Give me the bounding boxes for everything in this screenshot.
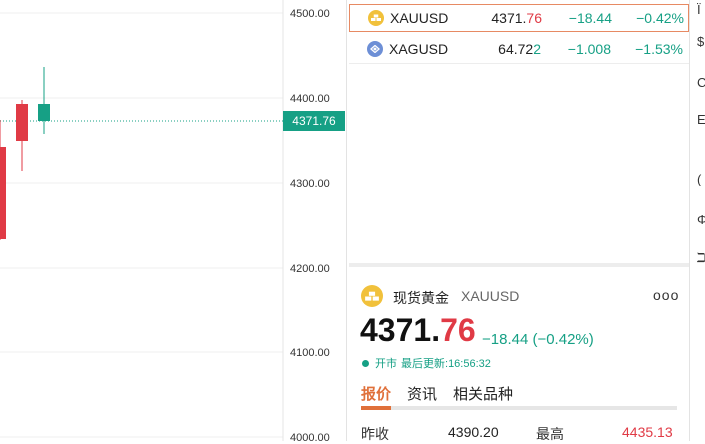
candles: [0, 67, 50, 240]
instrument-change: −18.44 (−0.42%): [482, 331, 594, 348]
panel-divider-right: [689, 0, 690, 441]
y-axis-label: 4300.00: [290, 178, 330, 190]
watchlist-row-xauusd[interactable]: XAUUSD 4371.76 −18.44 −0.42%: [349, 4, 689, 32]
prev-close-value: 4390.20: [448, 424, 499, 440]
symbol-price: 4371.76: [491, 10, 542, 26]
symbol-change-pct: −0.42%: [636, 10, 684, 26]
gold-bars-icon: [361, 285, 383, 307]
y-axis-label: 4100.00: [290, 347, 330, 359]
symbol-change-pct: −1.53%: [635, 41, 683, 57]
gold-bars-icon: [368, 10, 384, 26]
y-axis-label: 4400.00: [290, 93, 330, 105]
symbol-change: −18.44: [568, 10, 612, 26]
watchlist-divider: [349, 63, 689, 64]
current-price-tag: 4371.76: [283, 111, 345, 131]
candle-2: [16, 104, 28, 141]
toolbar-icon-6[interactable]: Φ: [697, 212, 705, 226]
y-axis-label: 4000.00: [290, 432, 330, 441]
y-axis-label: 4200.00: [290, 263, 330, 275]
instrument-code: XAUUSD: [461, 288, 520, 304]
tab-indicator: [361, 406, 391, 410]
symbol-name: XAUUSD: [390, 10, 449, 26]
candle-3: [38, 104, 50, 121]
instrument-price: 4371.76: [360, 312, 476, 348]
toolbar-icon-7[interactable]: ℶ: [697, 250, 705, 264]
market-status: 开市 最后更新:16:56:32: [362, 355, 491, 371]
tab-quote[interactable]: 报价: [361, 383, 391, 404]
tab-news[interactable]: 资讯: [407, 383, 437, 404]
symbol-name: XAGUSD: [389, 41, 449, 57]
y-axis-labels: 4500.00 4400.00 4300.00 4200.00 4100.00 4000.…: [290, 8, 330, 441]
symbol-change: −1.008: [567, 41, 611, 57]
watchlist-row-xagusd[interactable]: XAGUSD 64.722 −1.008 −1.53%: [349, 35, 689, 63]
toolbar-icon-5[interactable]: (: [697, 172, 705, 186]
chart-grid: [0, 12, 283, 438]
tab-related[interactable]: 相关品种: [453, 383, 513, 404]
tab-track: [361, 406, 677, 410]
toolbar-icon-4[interactable]: E: [697, 112, 705, 126]
status-dot-icon: [362, 359, 369, 367]
more-menu-button[interactable]: ooo: [653, 287, 679, 303]
panel-divider: [346, 0, 347, 441]
section-separator: [349, 263, 689, 267]
prev-close-label: 昨收: [361, 426, 389, 442]
silver-icon: [367, 41, 383, 57]
symbol-price: 64.722: [498, 41, 541, 57]
y-axis-label: 4500.00: [290, 8, 330, 20]
candle-1: [0, 147, 6, 239]
toolbar-icon-1[interactable]: Ϊ: [697, 2, 705, 16]
toolbar-icon-3[interactable]: C: [697, 75, 705, 89]
high-label: 最高: [536, 426, 564, 442]
candlestick-chart[interactable]: 4500.00 4400.00 4300.00 4200.00 4100.00 4000.…: [0, 0, 346, 441]
instrument-name: 现货黄金: [393, 290, 449, 306]
toolbar-icon-2[interactable]: $: [697, 34, 705, 48]
high-value: 4435.13: [622, 424, 673, 440]
